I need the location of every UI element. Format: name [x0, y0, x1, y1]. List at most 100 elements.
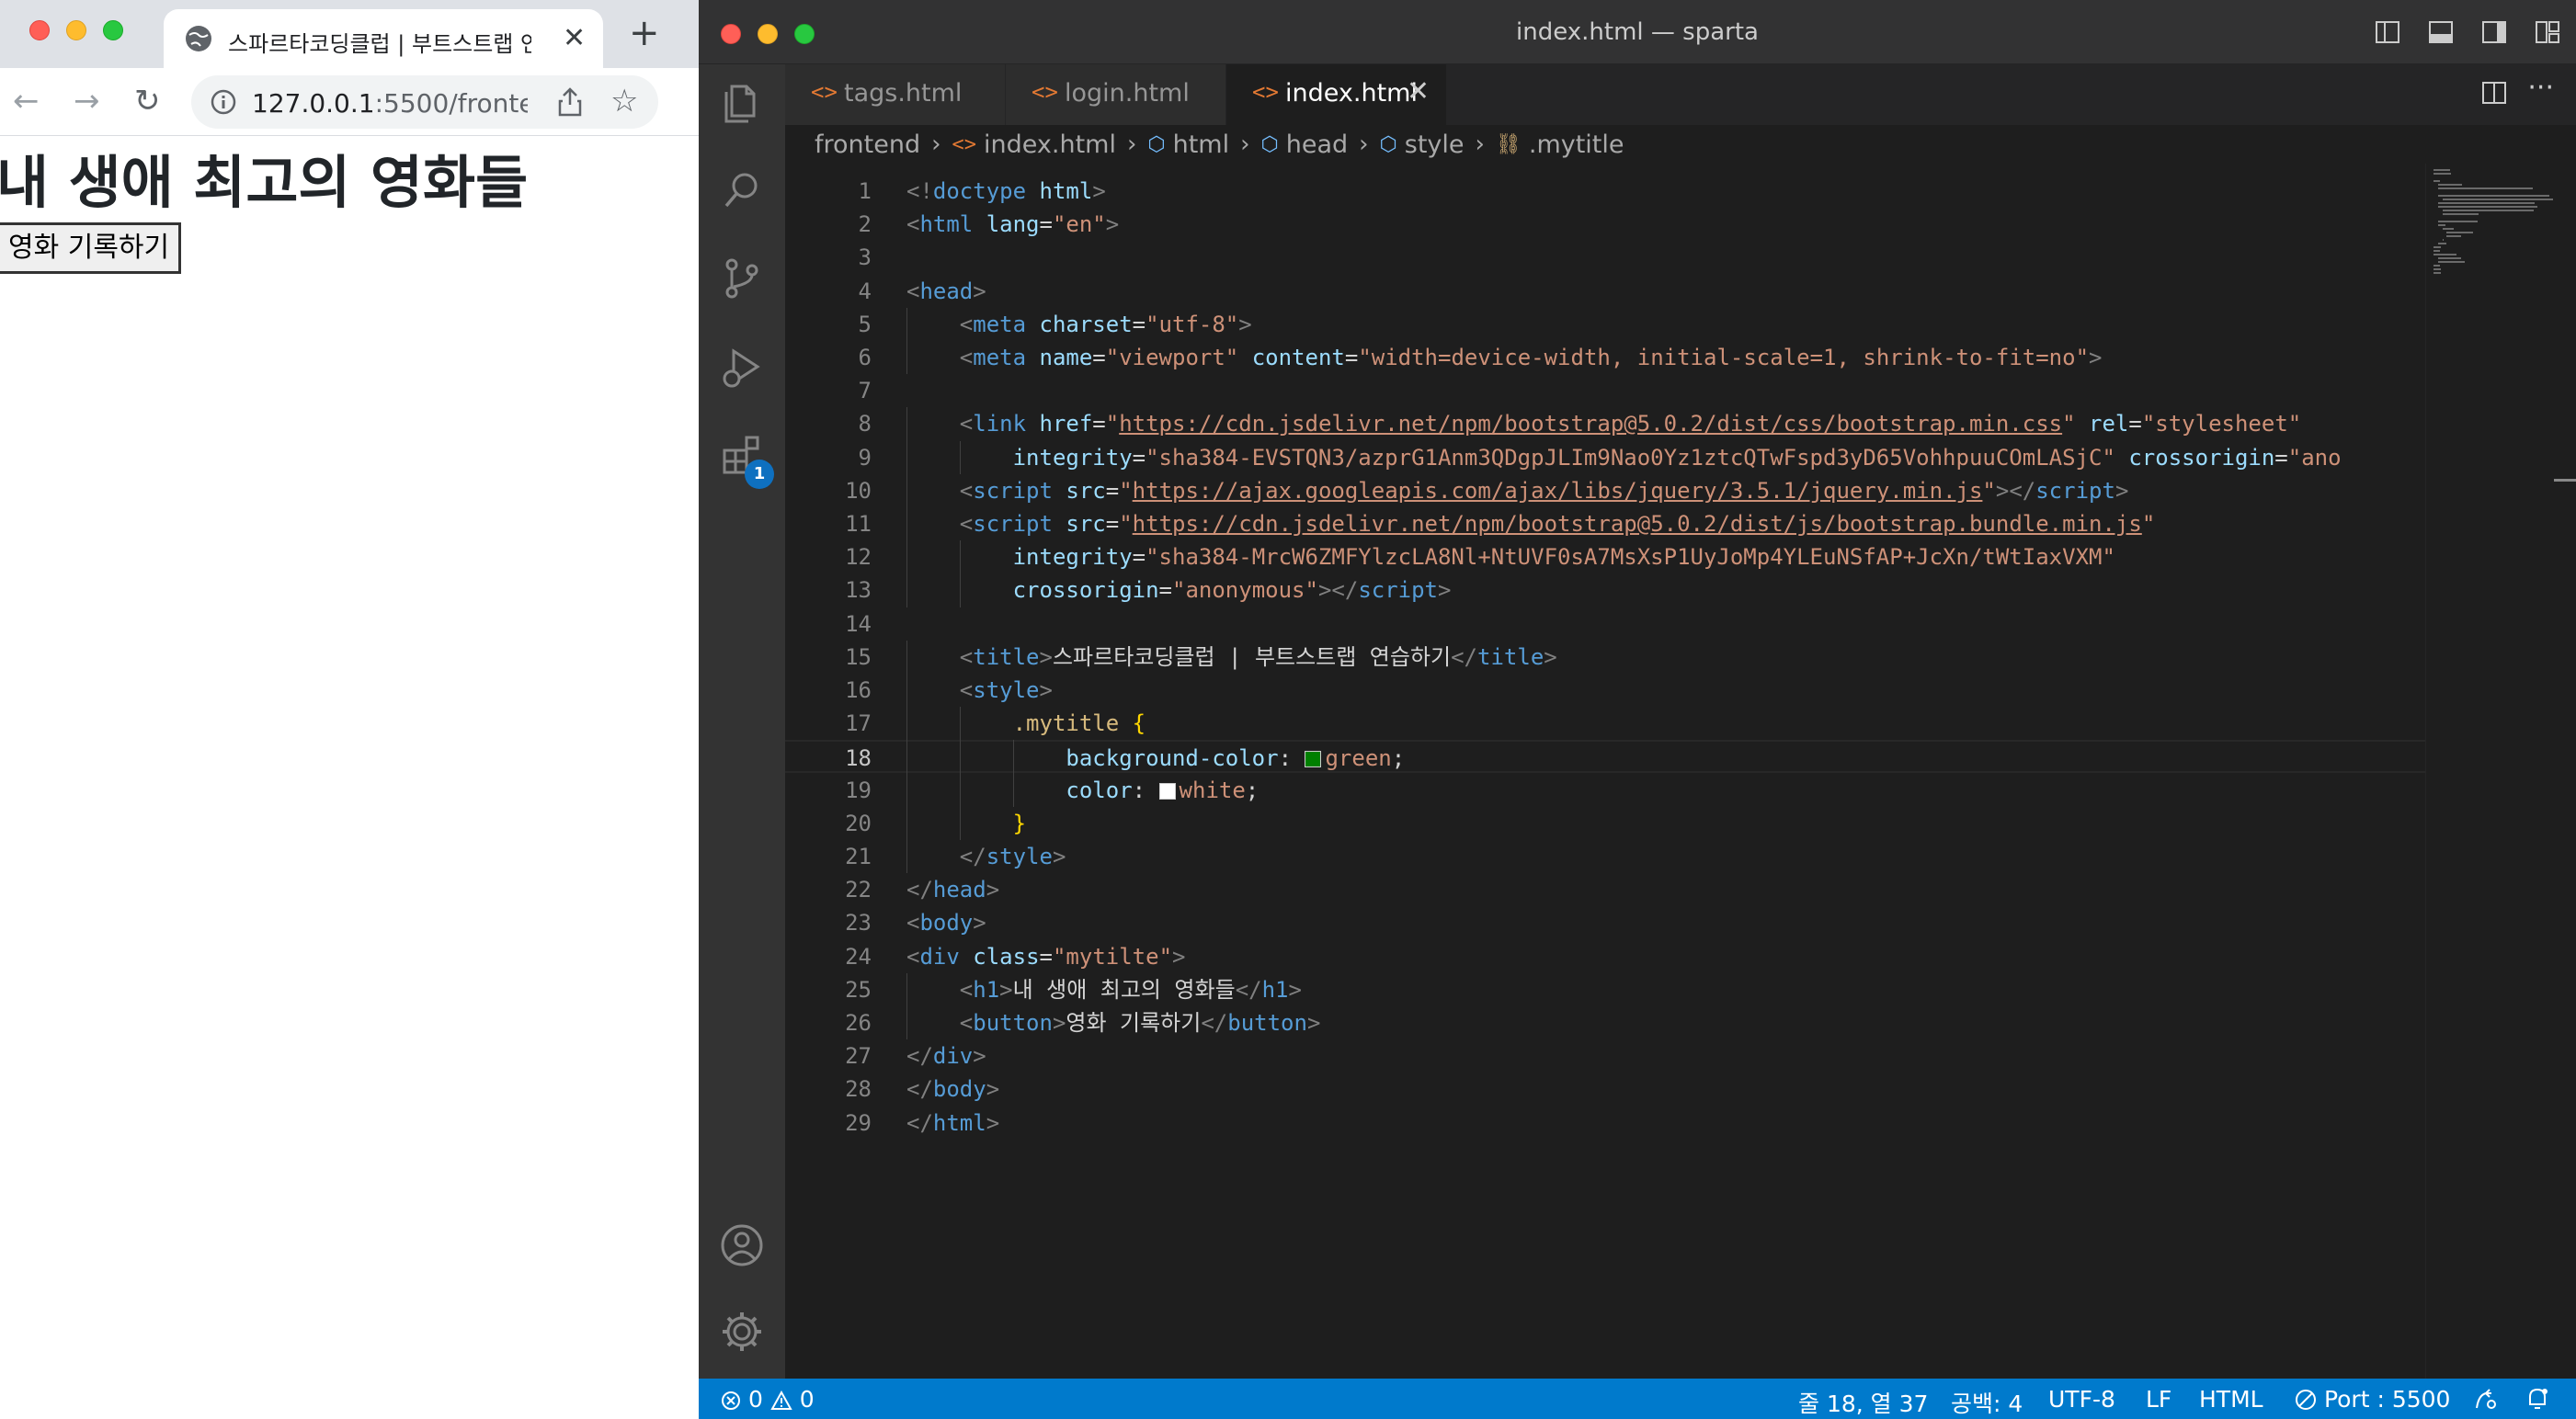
line-number[interactable]: 9	[785, 441, 872, 474]
line-number[interactable]: 8	[785, 407, 872, 440]
close-tab-icon[interactable]: ✕	[1407, 75, 1430, 108]
line-number[interactable]: 7	[785, 374, 872, 407]
line-number[interactable]: 5	[785, 308, 872, 341]
language-mode[interactable]: HTML	[2199, 1386, 2263, 1413]
toggle-panel-icon[interactable]	[2427, 18, 2455, 46]
back-button[interactable]: ←	[13, 85, 40, 118]
line-number[interactable]: 11	[785, 507, 872, 540]
code-line[interactable]: 9 integrity="sha384-EVSTQN3/azprG1Anm3QDg…	[785, 441, 2486, 474]
forward-button[interactable]: →	[74, 85, 100, 118]
code-line[interactable]: 6 <meta name="viewport" content="width=de…	[785, 341, 2486, 374]
tab-index-html[interactable]: <> index.html ✕	[1226, 64, 1447, 125]
line-number[interactable]: 10	[785, 474, 872, 507]
account-icon[interactable]	[719, 1222, 765, 1268]
code-line[interactable]: 16 <style>	[785, 674, 2486, 707]
color-swatch[interactable]	[1158, 782, 1176, 800]
close-window-button[interactable]	[29, 20, 50, 40]
breadcrumb-head[interactable]: ⬡ head ›	[1261, 131, 1380, 159]
code-line[interactable]: 25 <h1>내 생애 최고의 영화들</h1>	[785, 973, 2486, 1006]
code-line[interactable]: 10 <script src="https://ajax.googleapis.c…	[785, 474, 2486, 507]
breadcrumb-style[interactable]: ⬡ style ›	[1380, 131, 1496, 159]
code-line[interactable]: 14	[785, 607, 2486, 641]
code-line[interactable]: 15 <title>스파르타코딩클럽 | 부트스트랩 연습하기</title>	[785, 641, 2486, 674]
feedback-icon[interactable]	[2473, 1388, 2499, 1412]
scrollbar-indicator[interactable]	[2554, 479, 2576, 482]
code-line[interactable]: 22 </head>	[785, 873, 2486, 906]
toggle-secondary-sidebar-icon[interactable]	[2480, 18, 2508, 46]
line-number[interactable]: 15	[785, 641, 872, 674]
line-number[interactable]: 16	[785, 674, 872, 707]
code-line[interactable]: 11 <script src="https://cdn.jsdelivr.net/…	[785, 507, 2486, 540]
code-line[interactable]: 26 <button>영화 기록하기</button>	[785, 1006, 2486, 1039]
code-line[interactable]: 23 <body>	[785, 906, 2486, 939]
reload-button[interactable]: ↻	[134, 85, 161, 118]
line-number[interactable]: 3	[785, 241, 872, 274]
code-line[interactable]: 21 </style>	[785, 840, 2486, 873]
code-line[interactable]: 19 color: white;	[785, 774, 2486, 807]
explorer-icon[interactable]	[719, 79, 765, 125]
run-debug-icon[interactable]	[719, 344, 765, 390]
code-editor[interactable]: 1 <!doctype html> 2 <html lang="en"> 3 4 <head…	[785, 164, 2576, 1379]
code-line[interactable]: 29 </html>	[785, 1107, 2486, 1140]
url-text[interactable]: 127.0.0.1:5500/fronte...	[252, 88, 528, 119]
settings-gear-icon[interactable]	[719, 1309, 765, 1355]
line-number[interactable]: 17	[785, 707, 872, 740]
share-icon[interactable]	[555, 86, 585, 118]
eol-status[interactable]: LF	[2146, 1386, 2171, 1413]
bookmark-star-icon[interactable]: ☆	[610, 83, 638, 119]
code-line[interactable]: 27 </div>	[785, 1039, 2486, 1073]
minimap[interactable]	[2425, 164, 2576, 1379]
indentation-status[interactable]: 공백: 4	[1951, 1386, 2023, 1419]
code-line[interactable]: 12 integrity="sha384-MrcW6ZMFYlzcLA8Nl+Nt…	[785, 540, 2486, 573]
toggle-primary-sidebar-icon[interactable]	[2374, 18, 2401, 46]
line-number[interactable]: 13	[785, 573, 872, 607]
line-number[interactable]: 23	[785, 906, 872, 939]
line-number[interactable]: 19	[785, 774, 872, 807]
encoding-status[interactable]: UTF-8	[2048, 1386, 2115, 1413]
line-number[interactable]: 12	[785, 540, 872, 573]
live-server-port[interactable]: Port : 5500	[2295, 1386, 2450, 1413]
code-line[interactable]: 3	[785, 241, 2486, 274]
line-number[interactable]: 28	[785, 1073, 872, 1106]
line-number[interactable]: 14	[785, 607, 872, 641]
line-number[interactable]: 29	[785, 1107, 872, 1140]
breadcrumb-frontend[interactable]: frontend ›	[815, 131, 952, 159]
code-line[interactable]: 2 <html lang="en">	[785, 208, 2486, 241]
notifications-bell-icon[interactable]	[2525, 1386, 2550, 1412]
line-number[interactable]: 24	[785, 940, 872, 973]
line-number[interactable]: 20	[785, 807, 872, 840]
code-line[interactable]: 4 <head>	[785, 275, 2486, 308]
line-number[interactable]: 18	[785, 742, 872, 775]
close-tab-icon[interactable]: ✕	[563, 22, 586, 54]
code-line[interactable]: 28 </body>	[785, 1073, 2486, 1106]
tab-login-html[interactable]: <> login.html	[1006, 64, 1226, 125]
code-line[interactable]: 13 crossorigin="anonymous"></script>	[785, 573, 2486, 607]
line-number[interactable]: 4	[785, 275, 872, 308]
line-number[interactable]: 25	[785, 973, 872, 1006]
line-number[interactable]: 6	[785, 341, 872, 374]
minimize-window-button[interactable]	[66, 20, 86, 40]
color-swatch[interactable]	[1305, 751, 1322, 768]
code-line[interactable]: 5 <meta charset="utf-8">	[785, 308, 2486, 341]
problems-status[interactable]: 0 0	[721, 1386, 815, 1413]
code-line[interactable]: 24 <div class="mytilte">	[785, 940, 2486, 973]
line-number[interactable]: 26	[785, 1006, 872, 1039]
code-line[interactable]: 18 background-color: green;	[785, 740, 2486, 775]
address-bar[interactable]: 127.0.0.1:5500/fronte... ☆	[191, 75, 658, 129]
line-number[interactable]: 1	[785, 175, 872, 208]
code-line[interactable]: 7	[785, 374, 2486, 407]
code-line[interactable]: 17 .mytitle {	[785, 707, 2486, 740]
code-line[interactable]: 8 <link href="https://cdn.jsdelivr.net/np…	[785, 407, 2486, 440]
record-movie-button[interactable]: 영화 기록하기	[0, 222, 182, 274]
new-tab-button[interactable]: +	[629, 15, 660, 51]
info-icon[interactable]	[210, 88, 237, 116]
line-number[interactable]: 2	[785, 208, 872, 241]
source-control-icon[interactable]	[719, 255, 765, 301]
split-editor-icon[interactable]	[2480, 79, 2508, 107]
more-actions-icon[interactable]: ···	[2527, 72, 2554, 104]
fullscreen-window-button[interactable]	[103, 20, 123, 40]
customize-layout-icon[interactable]	[2534, 18, 2561, 46]
search-icon[interactable]	[719, 167, 765, 213]
breadcrumb-html[interactable]: ⬡ html ›	[1147, 131, 1260, 159]
cursor-position[interactable]: 줄 18, 열 37	[1798, 1386, 1928, 1419]
